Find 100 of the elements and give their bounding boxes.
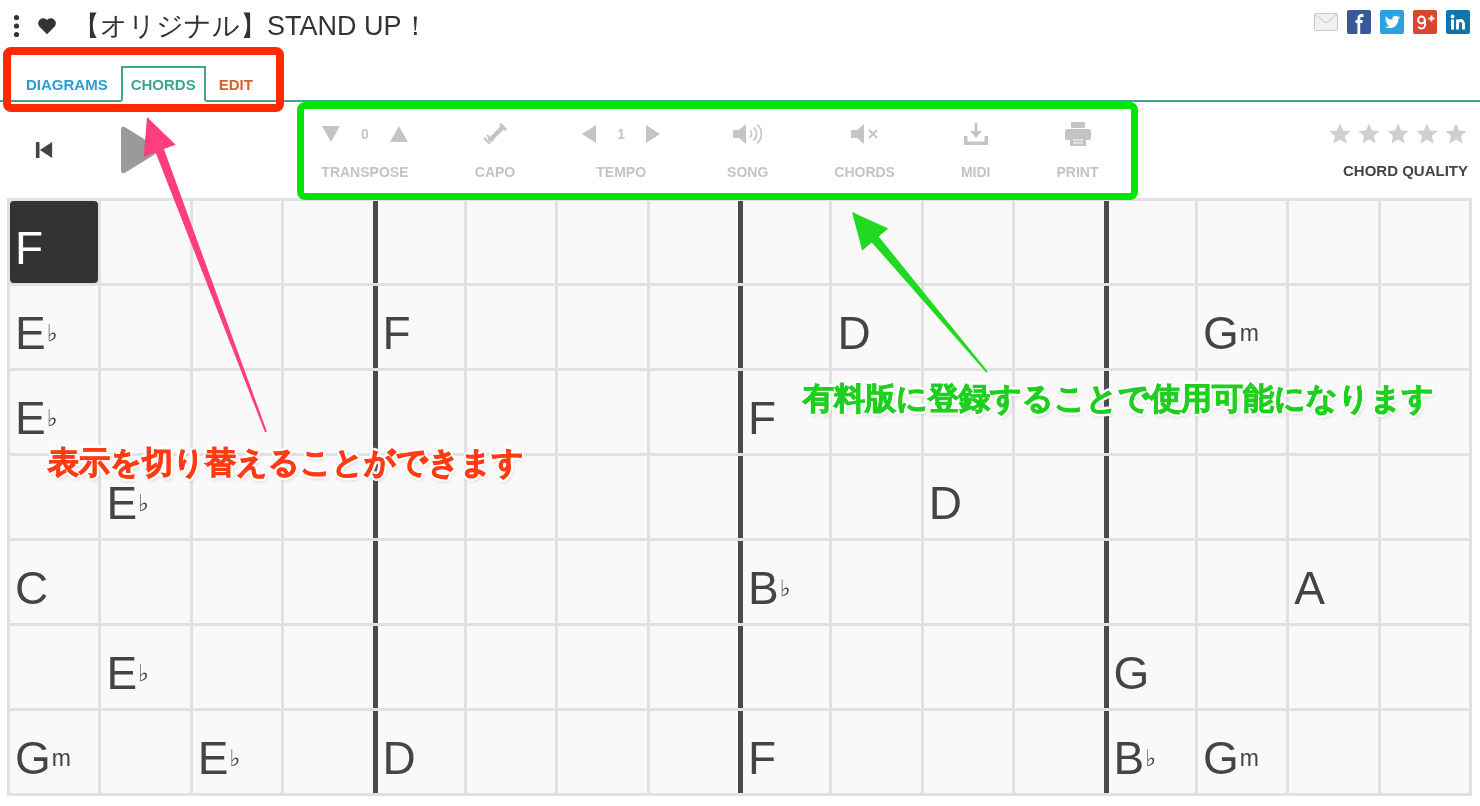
chord-cell[interactable] xyxy=(1289,626,1378,708)
chord-cell[interactable]: G xyxy=(1103,626,1195,708)
chord-cell[interactable]: D xyxy=(923,456,1013,538)
chord-cell[interactable] xyxy=(738,201,830,283)
chord-cell[interactable] xyxy=(558,201,647,283)
chord-cell[interactable] xyxy=(101,286,190,368)
chord-cell[interactable] xyxy=(1015,201,1104,283)
chord-cell[interactable] xyxy=(832,541,921,623)
chord-cell[interactable] xyxy=(832,456,921,538)
chord-cell[interactable] xyxy=(649,201,738,283)
chord-cell[interactable] xyxy=(738,626,830,708)
chord-cell[interactable] xyxy=(372,626,464,708)
triangle-down-icon[interactable] xyxy=(321,124,341,143)
chord-cell[interactable] xyxy=(649,286,738,368)
chord-cell[interactable]: F xyxy=(372,286,464,368)
chord-cell[interactable] xyxy=(10,626,99,708)
triangle-right-icon[interactable] xyxy=(645,123,662,144)
heart-icon[interactable] xyxy=(37,17,57,35)
kebab-menu-icon[interactable] xyxy=(13,14,20,38)
chord-cell[interactable] xyxy=(1103,201,1195,283)
toolbar-label: TEMPO xyxy=(596,163,647,180)
chord-cell[interactable] xyxy=(1380,286,1469,368)
chord-cell[interactable] xyxy=(1103,541,1195,623)
chord-cell[interactable] xyxy=(284,541,373,623)
skip-back-icon[interactable] xyxy=(35,141,53,159)
facebook-icon[interactable] xyxy=(1347,10,1371,34)
chord-cell[interactable] xyxy=(1015,286,1104,368)
chord-cell[interactable] xyxy=(1289,201,1378,283)
chord-cell[interactable] xyxy=(558,456,647,538)
chord-cell[interactable]: D xyxy=(372,711,464,793)
chord-cell[interactable] xyxy=(1289,456,1378,538)
chord-cell[interactable] xyxy=(1380,201,1469,283)
chord-cell[interactable] xyxy=(1197,541,1287,623)
chord-cell[interactable] xyxy=(284,286,373,368)
chord-cell[interactable] xyxy=(1289,711,1378,793)
chord-cell[interactable] xyxy=(1380,626,1469,708)
google-plus-icon[interactable] xyxy=(1413,10,1437,34)
chord-cell[interactable] xyxy=(923,541,1013,623)
speaker-icon xyxy=(731,121,764,146)
chord-cell[interactable] xyxy=(372,201,464,283)
chord-cell[interactable] xyxy=(192,626,282,708)
twitter-icon[interactable] xyxy=(1380,10,1404,34)
chord-cell[interactable] xyxy=(923,286,1013,368)
chord-cell[interactable] xyxy=(101,711,190,793)
chord-cell[interactable]: F xyxy=(738,711,830,793)
chord-cell[interactable] xyxy=(558,286,647,368)
chord-cell[interactable] xyxy=(1197,626,1287,708)
chord-cell[interactable] xyxy=(558,626,647,708)
chord-cell[interactable] xyxy=(649,541,738,623)
chord-cell[interactable] xyxy=(1197,456,1287,538)
chord-cell[interactable] xyxy=(192,201,282,283)
chord-cell[interactable] xyxy=(466,711,556,793)
chord-cell[interactable]: A xyxy=(1289,541,1378,623)
chord-cell[interactable] xyxy=(192,541,282,623)
chord-cell[interactable] xyxy=(832,711,921,793)
envelope-icon[interactable] xyxy=(1314,10,1338,34)
chord-cell[interactable] xyxy=(649,456,738,538)
chord-cell[interactable] xyxy=(1015,626,1104,708)
linkedin-icon[interactable] xyxy=(1446,10,1470,34)
chord-cell[interactable]: C xyxy=(10,541,99,623)
chord-cell[interactable] xyxy=(923,201,1013,283)
chord-cell[interactable] xyxy=(1103,456,1195,538)
chord-cell[interactable] xyxy=(832,626,921,708)
chord-cell[interactable] xyxy=(466,286,556,368)
chord-cell[interactable] xyxy=(101,541,190,623)
chord-cell[interactable] xyxy=(466,201,556,283)
chord-cell[interactable] xyxy=(192,286,282,368)
chord-cell[interactable] xyxy=(923,626,1013,708)
chord-cell[interactable] xyxy=(284,201,373,283)
chord-cell[interactable] xyxy=(1380,711,1469,793)
chord-cell[interactable] xyxy=(558,541,647,623)
chord-cell[interactable] xyxy=(1103,286,1195,368)
chord-cell[interactable] xyxy=(284,711,373,793)
chord-cell[interactable] xyxy=(923,711,1013,793)
chord-cell[interactable] xyxy=(1289,286,1378,368)
chord-cell[interactable] xyxy=(558,371,647,453)
chord-cell[interactable] xyxy=(1015,541,1104,623)
triangle-left-icon[interactable] xyxy=(581,123,598,144)
chord-cell[interactable] xyxy=(1380,456,1469,538)
chord-cell[interactable] xyxy=(558,711,647,793)
capo-icon xyxy=(482,121,508,146)
chord-cell[interactable]: F xyxy=(10,201,99,283)
tab[interactable]: EDIT xyxy=(208,66,263,102)
triangle-up-icon[interactable] xyxy=(388,124,409,143)
chord-cell[interactable] xyxy=(1015,711,1104,793)
chord-cell[interactable] xyxy=(649,626,738,708)
toolbar-label: TRANSPOSE xyxy=(321,163,409,180)
chord-cell[interactable] xyxy=(738,456,830,538)
chord-cell[interactable] xyxy=(649,711,738,793)
chord-cell[interactable] xyxy=(649,371,738,453)
chord-cell[interactable] xyxy=(738,286,830,368)
chord-cell[interactable] xyxy=(466,541,556,623)
chord-cell[interactable] xyxy=(101,201,190,283)
chord-cell[interactable] xyxy=(466,626,556,708)
chord-cell[interactable] xyxy=(372,541,464,623)
chord-cell[interactable]: D xyxy=(832,286,921,368)
chord-cell[interactable] xyxy=(1197,201,1287,283)
chord-cell[interactable] xyxy=(1380,541,1469,623)
chord-cell[interactable] xyxy=(1015,456,1104,538)
chord-cell[interactable] xyxy=(284,626,373,708)
